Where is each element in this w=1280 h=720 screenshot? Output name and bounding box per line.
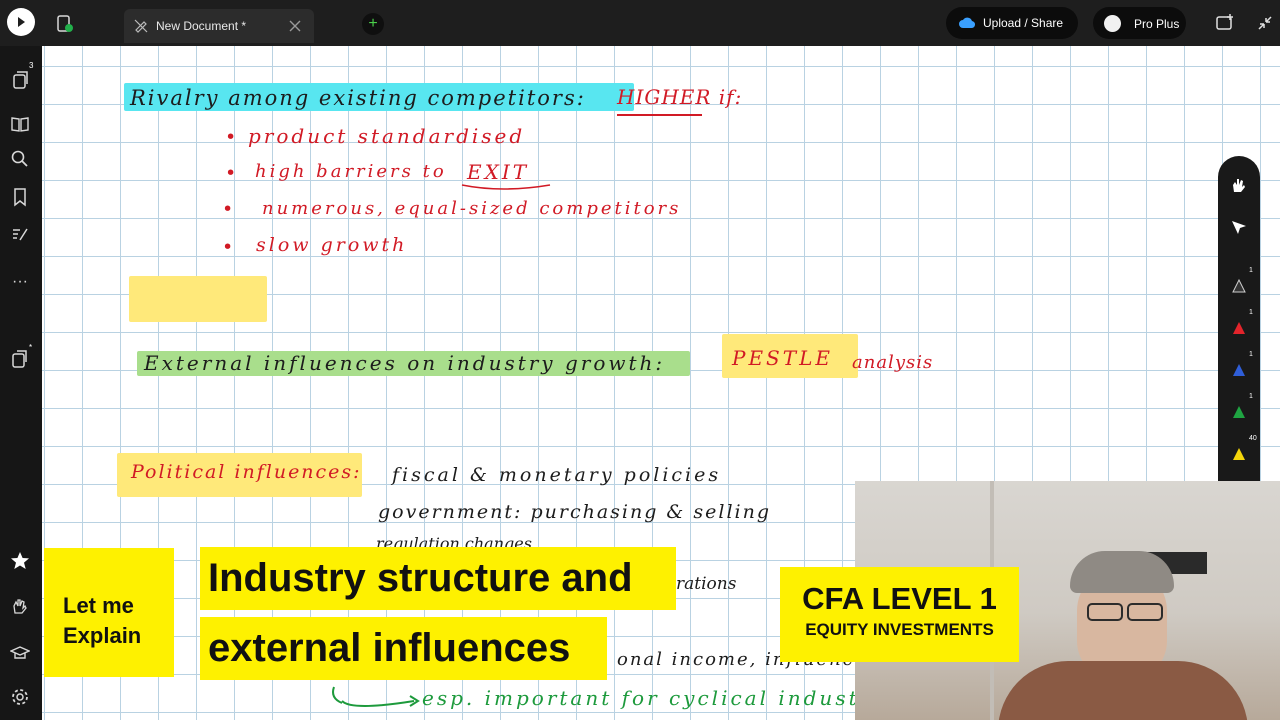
search-icon[interactable] [10,149,30,169]
tab-title: New Document * [156,19,247,33]
avatar [1104,15,1121,32]
title-line-2-box: external influences [200,617,607,680]
pen-count: 1 [1249,351,1253,358]
cfa-title: CFA LEVEL 1 [802,581,997,616]
pointer-tool-icon[interactable] [1230,218,1248,236]
pencil-off-icon [134,19,148,33]
title-line-1: Industry structure and [208,556,633,600]
pen-green-icon[interactable] [1230,403,1248,421]
presenter-hair [1070,551,1174,593]
hand-tool-icon[interactable] [1230,176,1248,194]
new-page-icon[interactable] [10,349,30,369]
title-line-2: external influences [208,626,571,670]
pages-count-badge: 3 [29,61,34,70]
new-page-icon[interactable] [1215,13,1235,33]
pen-count: 1 [1249,393,1253,400]
upload-share-label: Upload / Share [983,16,1064,30]
pen-red-icon[interactable] [1230,319,1248,337]
let-me-explain-badge: Let me Explain [44,548,174,677]
presenter-hoodie [998,661,1248,720]
star-icon[interactable] [10,551,30,571]
pen-count: 1 [1249,267,1253,274]
highlighter-yellow-icon[interactable] [1230,445,1248,463]
pages-icon[interactable] [10,70,30,90]
let-me-text: Let me [63,593,134,618]
handwriting-icon[interactable] [10,224,30,244]
document-sync-icon[interactable] [55,14,75,34]
cloud-upload-icon [959,16,976,30]
plan-label: Pro Plus [1134,17,1180,31]
glasses-right [1127,603,1163,621]
left-sidebar: 3 ··· * [0,46,42,720]
collapse-icon[interactable] [1255,13,1275,33]
pen-black-icon[interactable] [1230,277,1248,295]
add-tab-button[interactable]: + [362,13,384,35]
cfa-badge: CFA LEVEL 1 EQUITY INVESTMENTS [780,567,1019,662]
more-options-icon[interactable]: ··· [10,274,30,297]
gear-icon[interactable] [10,687,30,707]
title-line-1-box: Industry structure and [200,547,676,610]
new-page-badge: * [29,343,33,352]
top-bar: New Document * + Upload / Share Pro Plus [0,0,1280,46]
hand-gesture-icon[interactable] [10,596,30,616]
pro-plus-button[interactable]: Pro Plus [1093,7,1186,39]
pen-count: 1 [1249,309,1253,316]
tab-new-document[interactable]: New Document * [124,9,314,43]
close-tab-icon[interactable] [287,18,303,34]
explain-text: Explain [63,623,142,648]
pen-blue-icon[interactable] [1230,361,1248,379]
highlighter-count: 40 [1249,435,1257,442]
bookmark-icon[interactable] [10,187,30,207]
graduation-cap-icon[interactable] [9,643,31,663]
cfa-subtitle: EQUITY INVESTMENTS [805,620,994,639]
glasses-left [1087,603,1123,621]
app-logo-icon[interactable] [7,8,35,36]
upload-share-button[interactable]: Upload / Share [946,7,1078,39]
book-icon[interactable] [10,114,30,134]
pen-palette: 1 1 1 1 40 [1218,156,1260,486]
